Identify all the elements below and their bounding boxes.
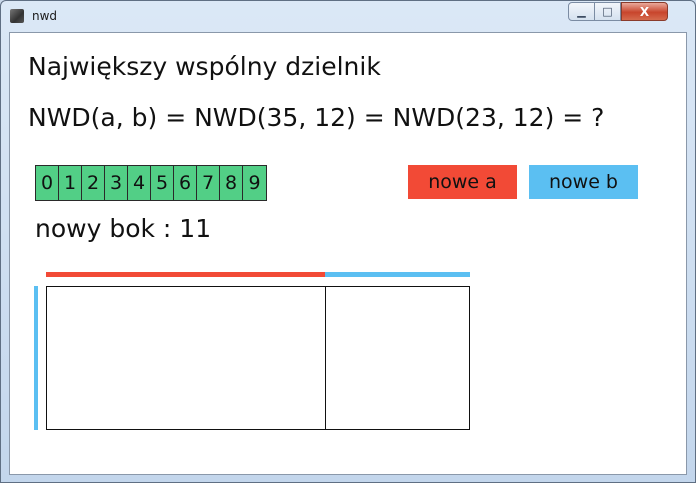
new-a-button[interactable]: nowe a: [408, 165, 517, 199]
title-bar[interactable]: nwd ▁ □ X: [1, 1, 695, 31]
page-title: Największy wspólny dzielnik: [28, 52, 381, 81]
digit-button-9[interactable]: 9: [243, 166, 266, 200]
new-side-label: nowy bok : 11: [35, 214, 212, 243]
minimize-button[interactable]: ▁: [568, 2, 595, 21]
app-icon: [10, 9, 24, 23]
digit-button-8[interactable]: 8: [220, 166, 243, 200]
app-window: nwd ▁ □ X Największy wspólny dzielnik NW…: [0, 0, 696, 483]
close-button[interactable]: X: [621, 2, 668, 21]
square-divider: [325, 287, 326, 429]
digit-button-7[interactable]: 7: [197, 166, 220, 200]
maximize-button[interactable]: □: [594, 2, 621, 21]
digit-button-4[interactable]: 4: [128, 166, 151, 200]
side-a-bar: [46, 272, 325, 277]
gcd-formula: NWD(a, b) = NWD(35, 12) = NWD(23, 12) = …: [28, 103, 605, 132]
digit-button-5[interactable]: 5: [151, 166, 174, 200]
digit-button-0[interactable]: 0: [36, 166, 59, 200]
side-b-bar: [325, 272, 470, 277]
rectangle-canvas: [46, 286, 470, 430]
digit-button-1[interactable]: 1: [59, 166, 82, 200]
digit-button-3[interactable]: 3: [105, 166, 128, 200]
digit-button-2[interactable]: 2: [82, 166, 105, 200]
new-b-button[interactable]: nowe b: [529, 165, 638, 199]
digit-keypad: 0 1 2 3 4 5 6 7 8 9: [35, 165, 267, 201]
window-title: nwd: [32, 9, 58, 23]
digit-button-6[interactable]: 6: [174, 166, 197, 200]
side-height-bar: [34, 286, 38, 430]
